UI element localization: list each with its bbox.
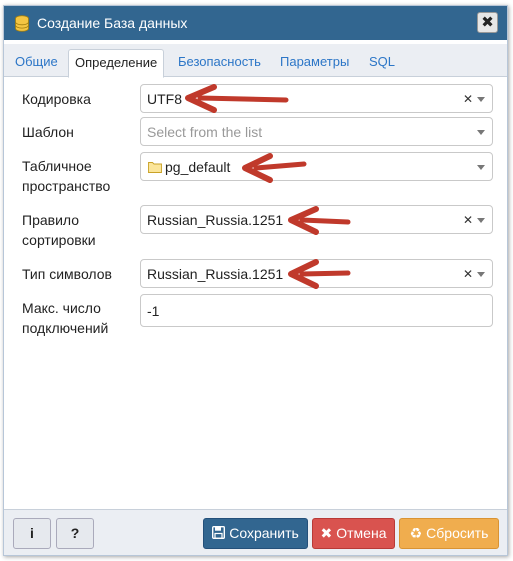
connlimit-label-line1: Макс. число bbox=[22, 300, 101, 316]
ctype-label: Тип символов bbox=[22, 266, 112, 282]
encoding-value: UTF8 bbox=[147, 91, 182, 107]
connlimit-input[interactable]: -1 bbox=[140, 294, 493, 327]
tab-sql[interactable]: SQL bbox=[363, 49, 401, 77]
clear-icon[interactable]: ✕ bbox=[463, 267, 473, 281]
create-database-dialog: Создание База данных ✖ Общие Определение… bbox=[3, 5, 508, 556]
close-icon: ✖ bbox=[481, 14, 494, 31]
chevron-down-icon[interactable] bbox=[477, 165, 485, 170]
info-icon: i bbox=[30, 525, 34, 541]
tab-definition[interactable]: Определение bbox=[68, 49, 165, 78]
help-icon: ? bbox=[70, 525, 80, 541]
save-icon bbox=[212, 526, 226, 539]
close-button[interactable]: ✖ bbox=[477, 12, 498, 33]
info-button[interactable]: i bbox=[13, 518, 51, 549]
collation-label-line2: сортировки bbox=[22, 232, 96, 248]
template-placeholder: Select from the list bbox=[147, 124, 263, 140]
tablespace-label-line2: пространство bbox=[22, 178, 111, 194]
cancel-label: Отмена bbox=[336, 525, 387, 541]
dialog-title: Создание База данных bbox=[37, 15, 188, 31]
tablespace-label: Табличное пространство bbox=[22, 156, 110, 196]
chevron-down-icon[interactable] bbox=[477, 272, 485, 277]
reset-button[interactable]: ♻ Сбросить bbox=[399, 518, 499, 549]
tab-general[interactable]: Общие bbox=[9, 49, 64, 77]
save-button[interactable]: Сохранить bbox=[203, 518, 308, 549]
recycle-icon: ♻ bbox=[409, 525, 423, 541]
reset-label: Сбросить bbox=[426, 525, 489, 541]
connlimit-label: Макс. число подключений bbox=[22, 298, 108, 338]
clear-icon[interactable]: ✕ bbox=[463, 92, 473, 106]
collation-label: Правило сортировки bbox=[22, 210, 96, 250]
chevron-down-icon[interactable] bbox=[477, 130, 485, 135]
tab-parameters[interactable]: Параметры bbox=[274, 49, 355, 77]
template-label: Шаблон bbox=[22, 124, 74, 140]
connlimit-label-line2: подключений bbox=[22, 320, 109, 336]
tablespace-value: pg_default bbox=[165, 159, 231, 175]
dialog-footer: i ? Сохранить ✖ Отмена ♻ Сбросить bbox=[4, 509, 507, 555]
template-select[interactable]: Select from the list bbox=[140, 117, 493, 146]
collation-label-line1: Правило bbox=[22, 212, 80, 228]
dialog-titlebar[interactable]: Создание База данных ✖ bbox=[4, 6, 507, 40]
annotation-arrow bbox=[288, 206, 351, 235]
database-icon bbox=[15, 15, 29, 32]
annotation-arrow bbox=[288, 259, 351, 289]
tab-security[interactable]: Безопасность bbox=[172, 49, 267, 77]
folder-icon bbox=[148, 162, 162, 173]
tablespace-label-line1: Табличное bbox=[22, 158, 92, 174]
chevron-down-icon[interactable] bbox=[477, 97, 485, 102]
clear-icon[interactable]: ✕ bbox=[463, 213, 473, 227]
tab-bar: Общие Определение Безопасность Параметры… bbox=[4, 44, 507, 78]
ctype-value: Russian_Russia.1251 bbox=[147, 266, 284, 282]
close-icon: ✖ bbox=[320, 525, 333, 541]
collation-value: Russian_Russia.1251 bbox=[147, 212, 284, 228]
cancel-button[interactable]: ✖ Отмена bbox=[312, 518, 395, 549]
encoding-label: Кодировка bbox=[22, 91, 91, 107]
help-button[interactable]: ? bbox=[56, 518, 94, 549]
connlimit-value: -1 bbox=[147, 303, 160, 319]
save-label: Сохранить bbox=[229, 525, 299, 541]
chevron-down-icon[interactable] bbox=[477, 218, 485, 223]
annotation-arrow bbox=[185, 84, 289, 113]
tablespace-select[interactable]: pg_default bbox=[140, 152, 493, 181]
annotation-arrow bbox=[242, 153, 307, 183]
